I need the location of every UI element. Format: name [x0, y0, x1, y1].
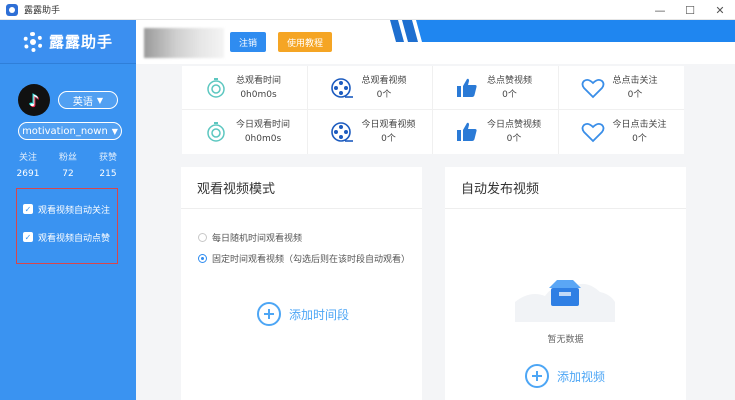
- stat-value: 215: [99, 169, 117, 179]
- checkbox-checked-icon[interactable]: ✓: [23, 232, 33, 242]
- language-value: 英语: [72, 96, 93, 108]
- summary-today-follows: 今日点击关注 0个: [559, 110, 685, 154]
- summary-total-watch-time: 总观看时间 0h0m0s: [182, 66, 308, 110]
- avatar[interactable]: ♪: [18, 84, 50, 116]
- stat-label: 获赞: [98, 153, 117, 163]
- radio-selected-icon[interactable]: [198, 254, 207, 263]
- tiktok-logo-icon: ♪: [28, 90, 40, 110]
- header-decoration: [390, 20, 735, 42]
- summary-total-likes: 总点赞视频 0个: [433, 66, 559, 110]
- summary-label: 总点赞视频: [487, 75, 533, 86]
- summary-total-follows: 总点击关注 0个: [558, 66, 684, 110]
- thumbs-up-icon: [455, 76, 479, 100]
- summary-label: 总观看视频: [361, 75, 407, 86]
- account-value: motivation_nown: [22, 125, 108, 137]
- option-auto-like[interactable]: ✓ 观看视频自动点赞: [23, 223, 117, 251]
- auto-options: ✓ 观看视频自动关注 ✓ 观看视频自动点赞: [16, 188, 118, 264]
- sidebar: 露露助手 ♪ 英语 ▼ motivation_nown ▼ 关注 2691 粉丝…: [0, 20, 136, 400]
- summary-value: 0个: [381, 134, 396, 144]
- stopwatch-icon: [204, 120, 228, 144]
- logout-button[interactable]: 注销: [230, 32, 266, 52]
- radio-random-time[interactable]: 每日随机时间观看视频: [198, 231, 302, 244]
- add-video-button[interactable]: 添加视频: [525, 364, 605, 388]
- window-controls: — ☐ ✕: [645, 0, 735, 20]
- gear-icon: [22, 31, 43, 52]
- stat-label: 关注: [18, 153, 37, 163]
- film-reel-icon: [330, 120, 354, 144]
- tutorial-button[interactable]: 使用教程: [278, 32, 332, 52]
- summary-value: 0h0m0s: [244, 134, 282, 144]
- empty-state-text: 暂无数据: [547, 335, 584, 345]
- film-reel-icon: [330, 76, 354, 100]
- minimize-button[interactable]: —: [645, 0, 675, 20]
- profile-row: ♪ 英语 ▼: [18, 84, 118, 116]
- summary-value: 0个: [632, 134, 647, 144]
- plus-circle-icon: [257, 302, 281, 326]
- summary-label: 总点击关注: [612, 75, 658, 86]
- option-label: 观看视频自动点赞: [38, 233, 111, 244]
- radio-label: 每日随机时间观看视频: [212, 234, 303, 244]
- summary-today-likes: 今日点赞视频 0个: [433, 110, 559, 154]
- summary-today-videos: 今日观看视频 0个: [308, 110, 433, 154]
- panel-title: 自动发布视频: [445, 167, 686, 209]
- add-time-slot-label: 添加时间段: [289, 307, 350, 322]
- radio-unselected-icon[interactable]: [198, 233, 207, 242]
- heart-icon: [581, 120, 605, 144]
- summary-value: 0个: [376, 89, 392, 100]
- auto-publish-panel: 自动发布视频 暂无数据 添加视频: [445, 167, 686, 400]
- summary-total-videos: 总观看视频 0个: [307, 66, 433, 110]
- app-logo-icon: [6, 3, 18, 16]
- summary-label: 今日观看时间: [236, 120, 291, 130]
- add-video-label: 添加视频: [557, 369, 606, 384]
- summary-label: 总观看时间: [236, 75, 282, 86]
- stat-value: 72: [62, 169, 74, 179]
- radio-label: 固定时间观看视频（勾选后则在该时段自动观看）: [212, 255, 411, 265]
- brand-header: 露露助手: [0, 20, 136, 64]
- option-auto-follow[interactable]: ✓ 观看视频自动关注: [23, 195, 117, 223]
- summary-label: 今日点赞视频: [487, 120, 542, 130]
- watch-mode-panel: 观看视频模式 每日随机时间观看视频 固定时间观看视频（勾选后则在该时段自动观看）…: [181, 167, 422, 400]
- radio-fixed-time[interactable]: 固定时间观看视频（勾选后则在该时段自动观看）: [198, 252, 410, 265]
- summary-today-watch-time: 今日观看时间 0h0m0s: [182, 110, 308, 154]
- heart-icon: [581, 76, 605, 100]
- stat-following: 关注 2691: [10, 150, 46, 179]
- summary-value: 0个: [506, 134, 522, 144]
- checkbox-checked-icon[interactable]: ✓: [23, 204, 33, 214]
- add-time-slot-button[interactable]: 添加时间段: [257, 302, 349, 326]
- chevron-down-icon: ▼: [96, 95, 104, 105]
- blurred-username: [144, 28, 224, 58]
- summary-value: 0个: [502, 89, 517, 100]
- thumbs-up-icon: [455, 120, 479, 144]
- chevron-down-icon: ▼: [111, 126, 118, 136]
- window-title: 露露助手: [24, 6, 61, 16]
- language-select[interactable]: 英语 ▼: [58, 91, 118, 109]
- empty-box-icon: [515, 280, 615, 322]
- summary-label: 今日点击关注: [612, 120, 667, 130]
- stat-value: 2691: [16, 169, 40, 179]
- summary-value: 0个: [627, 89, 643, 100]
- option-label: 观看视频自动关注: [38, 205, 111, 216]
- stat-likes: 获赞 215: [90, 150, 126, 179]
- account-select[interactable]: motivation_nown ▼: [18, 122, 122, 140]
- summary-value: 0h0m0s: [240, 89, 277, 100]
- panel-title: 观看视频模式: [181, 167, 422, 209]
- title-bar: 露露助手 — ☐ ✕: [0, 0, 735, 20]
- maximize-button[interactable]: ☐: [675, 0, 705, 20]
- stat-label: 粉丝: [58, 153, 77, 163]
- profile-stats: 关注 2691 粉丝 72 获赞 215: [10, 150, 126, 179]
- summary-label: 今日观看视频: [361, 120, 416, 130]
- top-header: 注销 使用教程: [136, 20, 735, 64]
- plus-circle-icon: [525, 364, 549, 388]
- stat-followers: 粉丝 72: [50, 150, 86, 179]
- brand-name: 露露助手: [48, 33, 113, 51]
- close-button[interactable]: ✕: [705, 0, 735, 20]
- summary-stats: 总观看时间 0h0m0s 总观看视频 0个 总点赞视频 0个 总点击关注 0个 今日观看…: [182, 66, 684, 154]
- stopwatch-icon: [204, 76, 228, 100]
